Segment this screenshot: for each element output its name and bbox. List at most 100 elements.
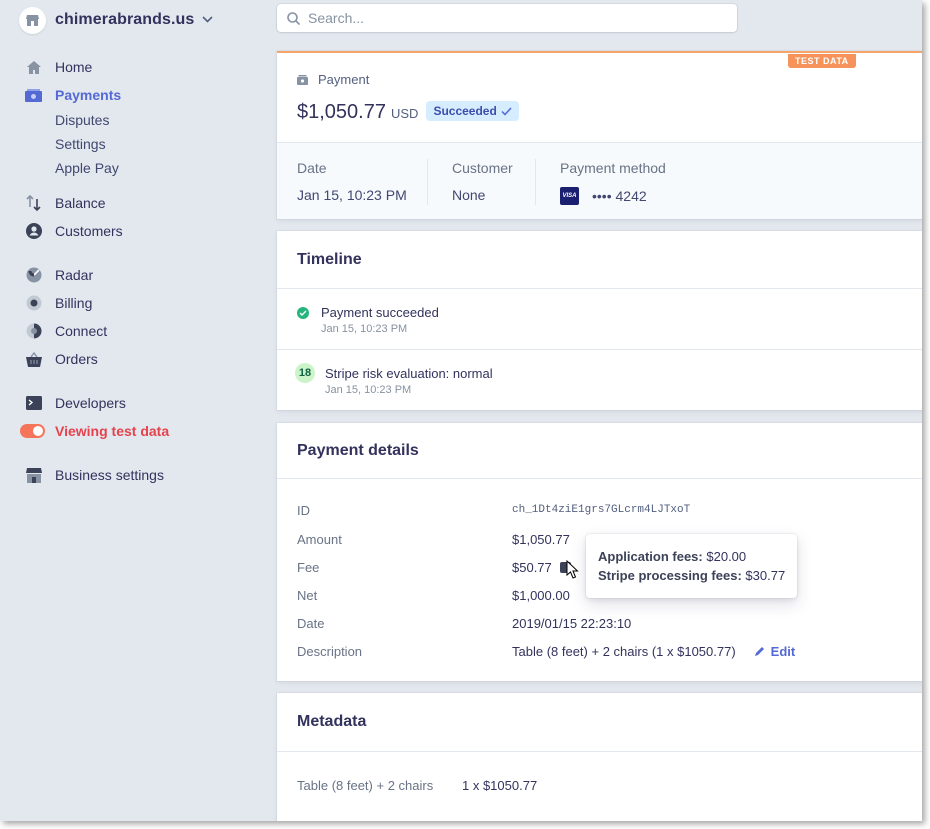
- payment-details-title: Payment details: [277, 423, 922, 479]
- metadata-title: Metadata: [277, 693, 922, 752]
- detail-value: ch_1Dt4ziE1grs7GLcrm4LJTxoT: [512, 504, 691, 516]
- detail-key: Net: [297, 587, 318, 603]
- sidebar-item-label: Business settings: [55, 467, 164, 483]
- visa-card-icon: VISA: [560, 187, 579, 205]
- status-badge: Succeeded: [426, 101, 519, 121]
- sidebar: chimerabrands.us Home Payments Disputes …: [0, 0, 262, 821]
- sidebar-item-label: Radar: [55, 267, 94, 283]
- metadata-value: 1 x $1050.77: [462, 778, 538, 793]
- sidebar-item-test-data-toggle[interactable]: Viewing test data: [20, 421, 169, 441]
- sidebar-item-home[interactable]: Home: [25, 57, 92, 77]
- divider: [427, 159, 428, 205]
- app-window: chimerabrands.us Home Payments Disputes …: [0, 0, 922, 821]
- payment-currency: USD: [390, 106, 419, 121]
- edit-description-button[interactable]: Edit: [754, 643, 796, 659]
- tooltip-value: $30.77: [745, 568, 786, 583]
- status-text: Succeeded: [433, 104, 497, 118]
- store-icon: [25, 467, 42, 484]
- mouse-cursor-icon: [566, 560, 579, 579]
- payments-icon: [25, 87, 42, 104]
- store-icon: [19, 6, 46, 34]
- sidebar-item-orders[interactable]: Orders: [25, 349, 98, 369]
- detail-row-id: ID ch_1Dt4ziE1grs7GLcrm4LJTxoT: [297, 501, 690, 519]
- detail-key: Description: [297, 643, 363, 659]
- tooltip-label: Stripe processing fees:: [598, 568, 742, 583]
- payment-amount-row: $1,050.77 USD Succeeded: [297, 101, 519, 124]
- timeline-event-title: Stripe risk evaluation: normal: [325, 366, 493, 381]
- detail-row-net: Net $1,000.00: [297, 586, 570, 604]
- meta-value: Jan 15, 10:23 PM: [297, 187, 407, 203]
- timeline-title: Timeline: [277, 231, 922, 289]
- timeline-event-time: Jan 15, 10:23 PM: [321, 323, 408, 335]
- edit-label: Edit: [770, 643, 796, 659]
- timeline-event: 18 Stripe risk evaluation: normal Jan 15…: [277, 351, 922, 409]
- success-check-icon: [297, 307, 309, 319]
- sidebar-item-connect[interactable]: Connect: [25, 321, 107, 341]
- toggle-switch[interactable]: [20, 423, 45, 440]
- meta-label: Date: [297, 160, 327, 176]
- sidebar-item-radar[interactable]: Radar: [25, 265, 93, 285]
- meta-value: None: [452, 187, 486, 203]
- tooltip-processing-fees: Stripe processing fees: $30.77: [598, 568, 785, 583]
- sidebar-item-label: Balance: [55, 195, 106, 211]
- sidebar-item-customers[interactable]: Customers: [25, 221, 123, 241]
- tooltip-app-fees: Application fees: $20.00: [598, 549, 785, 564]
- detail-value: 2019/01/15 22:23:10: [512, 615, 632, 631]
- terminal-icon: [25, 395, 42, 412]
- detail-value: $1,000.00: [512, 587, 570, 603]
- timeline-event-title: Payment succeeded: [321, 305, 439, 320]
- metadata-key: Table (8 feet) + 2 chairs: [297, 778, 434, 793]
- billing-icon: [25, 295, 42, 312]
- metadata-card: Metadata Table (8 feet) + 2 chairs 1 x $…: [277, 693, 922, 821]
- check-icon: [501, 106, 512, 116]
- meta-label: Payment method: [560, 160, 666, 176]
- timeline-event: Payment succeeded Jan 15, 10:23 PM: [277, 290, 922, 350]
- test-data-badge: TEST DATA: [788, 54, 856, 68]
- meta-customer: Customer None: [452, 160, 513, 203]
- timeline-event-time: Jan 15, 10:23 PM: [325, 384, 412, 396]
- sidebar-item-business-settings[interactable]: Business settings: [25, 465, 164, 485]
- sidebar-item-label: Connect: [55, 323, 108, 339]
- tooltip-value: $20.00: [706, 549, 747, 564]
- basket-icon: [25, 351, 42, 368]
- meta-payment-method: Payment method VISA •••• 4242: [560, 160, 666, 205]
- metadata-row: Table (8 feet) + 2 chairs 1 x $1050.77: [297, 778, 537, 793]
- payment-meta: Date Jan 15, 10:23 PM Customer None Paym…: [277, 142, 922, 219]
- customer-icon: [25, 223, 42, 240]
- balance-icon: [25, 195, 42, 212]
- sidebar-item-billing[interactable]: Billing: [25, 293, 92, 313]
- meta-value: VISA •••• 4242: [560, 187, 666, 205]
- account-switcher[interactable]: chimerabrands.us: [19, 6, 214, 34]
- sidebar-item-label: Developers: [55, 395, 126, 411]
- sidebar-subitem-apple-pay[interactable]: Apple Pay: [55, 160, 119, 178]
- detail-row-fee: Fee $50.77: [297, 558, 571, 576]
- sidebar-item-label: Billing: [55, 295, 93, 311]
- sidebar-item-payments[interactable]: Payments: [25, 85, 121, 105]
- tooltip-label: Application fees:: [598, 549, 703, 564]
- payment-summary-card: TEST DATA Payment $1,050.77 USD Succeede…: [277, 51, 922, 219]
- search-input[interactable]: [308, 10, 708, 26]
- fee-value: $50.77: [512, 559, 552, 575]
- sidebar-item-label: Payments: [55, 87, 122, 103]
- detail-value: $1,050.77: [512, 531, 570, 547]
- account-name: chimerabrands.us: [55, 11, 195, 28]
- detail-row-date: Date 2019/01/15 22:23:10: [297, 614, 631, 632]
- sidebar-item-developers[interactable]: Developers: [25, 393, 126, 413]
- detail-key: Date: [297, 615, 325, 631]
- timeline-card: Timeline Payment succeeded Jan 15, 10:23…: [277, 231, 922, 410]
- sidebar-subitem-settings[interactable]: Settings: [55, 136, 106, 154]
- sidebar-item-label: Home: [55, 59, 93, 75]
- sidebar-item-balance[interactable]: Balance: [25, 193, 106, 213]
- chevron-down-icon: [202, 14, 214, 26]
- payment-details-card: Payment details ID ch_1Dt4ziE1grs7GLcrm4…: [277, 423, 922, 681]
- meta-date: Date Jan 15, 10:23 PM: [297, 160, 407, 203]
- risk-score-badge: 18: [295, 363, 315, 383]
- detail-key: Amount: [297, 531, 342, 547]
- detail-value: Table (8 feet) + 2 chairs (1 x $1050.77): [512, 643, 736, 659]
- detail-row-amount: Amount $1,050.77: [297, 530, 570, 548]
- sidebar-subitem-disputes[interactable]: Disputes: [55, 112, 109, 130]
- payment-label-text: Payment: [318, 72, 370, 87]
- sidebar-item-label: Orders: [55, 351, 98, 367]
- search-bar[interactable]: [277, 4, 737, 32]
- radar-icon: [25, 267, 42, 284]
